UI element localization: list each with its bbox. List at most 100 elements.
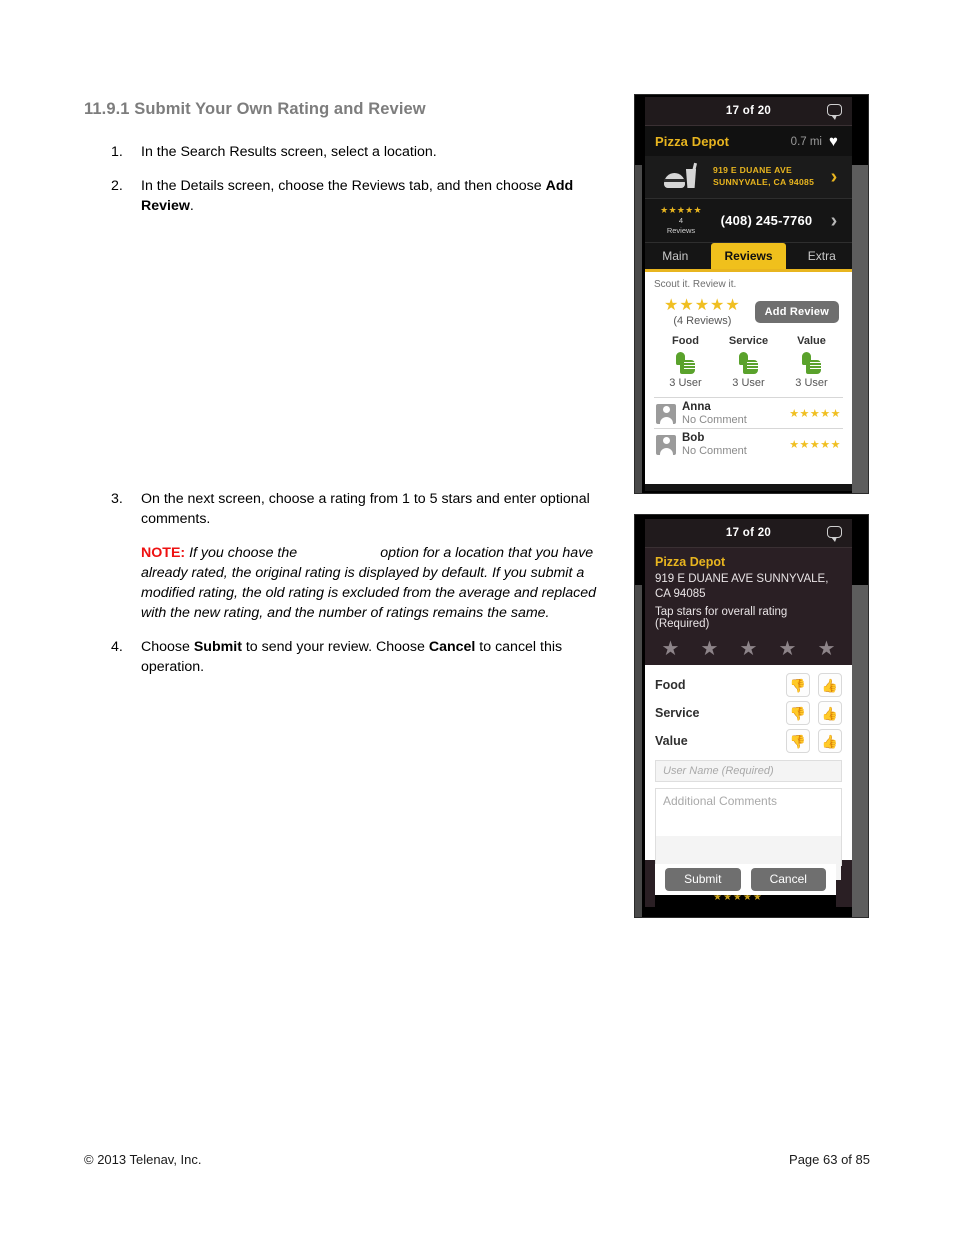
poi-header-right: 0.7 mi ♥: [791, 134, 842, 149]
category-user-count: 3 User: [795, 377, 828, 389]
bezel-left: [635, 165, 642, 493]
step-text-bold-cancel: Cancel: [428, 639, 476, 656]
partial-stars-bleed: ★★★★★: [713, 895, 763, 903]
form-action-bar: Submit Cancel: [655, 864, 836, 895]
list-item[interactable]: Bob No Comment ★★★★★: [654, 428, 843, 459]
food-burger-drink-icon: [664, 162, 698, 190]
user-comment: No Comment: [682, 413, 747, 426]
step-text-lead: Choose: [141, 639, 194, 656]
result-counter: 17 of 20: [725, 105, 772, 117]
step-text-tail: .: [189, 198, 194, 215]
user-name: Anna: [682, 401, 711, 413]
overall-rating-block: ★★★★★ (4 Reviews): [664, 297, 741, 327]
rating-stars: ★★★★★: [660, 205, 702, 215]
category-value: Value 3 User: [780, 335, 843, 389]
rating-form-body: Food 👎 👍 Service 👎 👍 Value 👎 👍 User Name…: [645, 665, 852, 881]
chat-bubble-icon[interactable]: [827, 104, 842, 120]
tab-extra[interactable]: Extra: [792, 243, 852, 269]
tab-main[interactable]: Main: [645, 243, 705, 269]
thumbs-up-icon[interactable]: 👍: [818, 729, 842, 754]
overall-stars: ★★★★★: [664, 297, 741, 314]
note-block: NOTE: If you choose the Add Review optio…: [141, 543, 604, 624]
bezel-right: [852, 165, 868, 493]
cancel-button[interactable]: Cancel: [750, 868, 826, 891]
review-total-label: (4 Reviews): [673, 315, 732, 327]
star-3-icon[interactable]: ★: [740, 639, 758, 659]
user-review-text: Bob No Comment: [682, 432, 789, 457]
username-input[interactable]: User Name (Required): [655, 760, 842, 783]
avatar: [656, 434, 676, 455]
thumbs-down-icon[interactable]: 👎: [786, 673, 810, 698]
category-label: Value: [797, 335, 826, 347]
thumbs-down-icon[interactable]: 👎: [786, 729, 810, 754]
chevron-right-icon[interactable]: ›: [824, 211, 844, 231]
footer-copyright: © 2013 Telenav, Inc.: [84, 1152, 202, 1167]
category-icon-cell: [653, 162, 709, 190]
overall-star-picker[interactable]: ★ ★ ★ ★ ★: [645, 637, 852, 665]
poi-name: Pizza Depot: [655, 134, 730, 149]
steps-list: 1. In the Search Results screen, select …: [84, 142, 604, 678]
user-stars: ★★★★★: [789, 408, 841, 421]
phone-number[interactable]: (408) 245-7760: [709, 213, 824, 228]
footer-page-number: Page 63 of 85: [789, 1152, 870, 1167]
category-ratings: Food 3 User Service 3 User Value 3 User: [654, 335, 843, 389]
rating-form-header: Pizza Depot 919 E DUANE AVE SUNNYVALE, C…: [645, 548, 852, 638]
thumbs-up-icon: [675, 352, 696, 374]
document-body: 11.9.1 Submit Your Own Rating and Review…: [84, 100, 604, 692]
category-user-count: 3 User: [669, 377, 702, 389]
detail-tabs: Main Reviews Extra: [645, 243, 852, 272]
thumbs-up-icon: [801, 352, 822, 374]
note-label: NOTE:: [141, 544, 186, 561]
avatar: [656, 403, 676, 424]
tab-reviews[interactable]: Reviews: [711, 243, 786, 269]
poi-header: Pizza Depot 0.7 mi ♥: [645, 126, 852, 156]
thumbs-up-icon[interactable]: 👍: [818, 673, 842, 698]
status-bar: 17 of 20: [645, 97, 852, 126]
reviews-tagline: Scout it. Review it.: [654, 279, 737, 290]
chevron-right-icon[interactable]: ›: [824, 167, 844, 187]
aspect-row-service: Service 👎 👍: [655, 701, 842, 726]
address-row[interactable]: 919 E DUANE AVE SUNNYVALE, CA 94085 ›: [645, 156, 852, 199]
comments-input[interactable]: Additional Comments: [655, 788, 842, 881]
note-lead: If you choose the: [185, 544, 301, 561]
address-line-2: SUNNYVALE, CA 94085: [713, 177, 815, 187]
layout-spacer: [84, 230, 604, 489]
status-bar: 17 of 20: [645, 519, 852, 548]
star-1-icon[interactable]: ★: [662, 639, 680, 659]
list-item: 4. Choose Submit to send your review. Ch…: [84, 637, 604, 677]
submit-button[interactable]: Submit: [665, 868, 741, 891]
phone-row[interactable]: ★★★★★ 4 Reviews (408) 245-7760 ›: [645, 199, 852, 243]
rating-summary-cell: ★★★★★ 4 Reviews: [653, 205, 709, 236]
screenshot-details-reviews: 17 of 20 Pizza Depot 0.7 mi ♥ 919 E DUAN…: [634, 94, 869, 494]
review-count-number: 4: [678, 216, 684, 225]
thumbs-down-icon[interactable]: 👎: [786, 701, 810, 726]
step-text: In the Search Results screen, select a l…: [141, 143, 437, 160]
tap-stars-label: Tap stars for overall rating (Required): [655, 606, 788, 631]
chat-bubble-icon[interactable]: [827, 526, 842, 542]
thumbs-up-icon: [738, 352, 759, 374]
category-user-count: 3 User: [732, 377, 765, 389]
heart-icon[interactable]: ♥: [829, 134, 842, 149]
screenshot-rating-form: 17 of 20 Pizza Depot 919 E DUANE AVE SUN…: [634, 514, 869, 918]
user-review-text: Anna No Comment: [682, 401, 789, 426]
comments-placeholder: Additional Comments: [663, 794, 778, 809]
reviews-panel: Scout it. Review it. ★★★★★ (4 Reviews) A…: [645, 272, 852, 484]
thumbs-up-icon[interactable]: 👍: [818, 701, 842, 726]
star-2-icon[interactable]: ★: [701, 639, 719, 659]
step-number: 2.: [111, 177, 123, 194]
aspect-row-value: Value 👎 👍: [655, 729, 842, 754]
aspect-label: Service: [655, 706, 700, 721]
category-service: Service 3 User: [717, 335, 780, 389]
phone-screen: 17 of 20 Pizza Depot 919 E DUANE AVE SUN…: [645, 519, 852, 907]
user-stars: ★★★★★: [789, 439, 841, 452]
add-review-button[interactable]: Add Review: [754, 301, 839, 323]
review-count-label: Reviews: [666, 226, 696, 235]
star-4-icon[interactable]: ★: [779, 639, 797, 659]
category-food: Food 3 User: [654, 335, 717, 389]
list-item[interactable]: Anna No Comment ★★★★★: [654, 397, 843, 428]
screen-bottom-bleed: ★★★★★: [655, 895, 836, 907]
user-review-list: Anna No Comment ★★★★★ Bob No Comment ★★★…: [654, 397, 843, 460]
address-text: 919 E DUANE AVE SUNNYVALE, CA 94085: [709, 165, 824, 188]
star-5-icon[interactable]: ★: [818, 639, 836, 659]
step-number: 1.: [111, 143, 123, 160]
